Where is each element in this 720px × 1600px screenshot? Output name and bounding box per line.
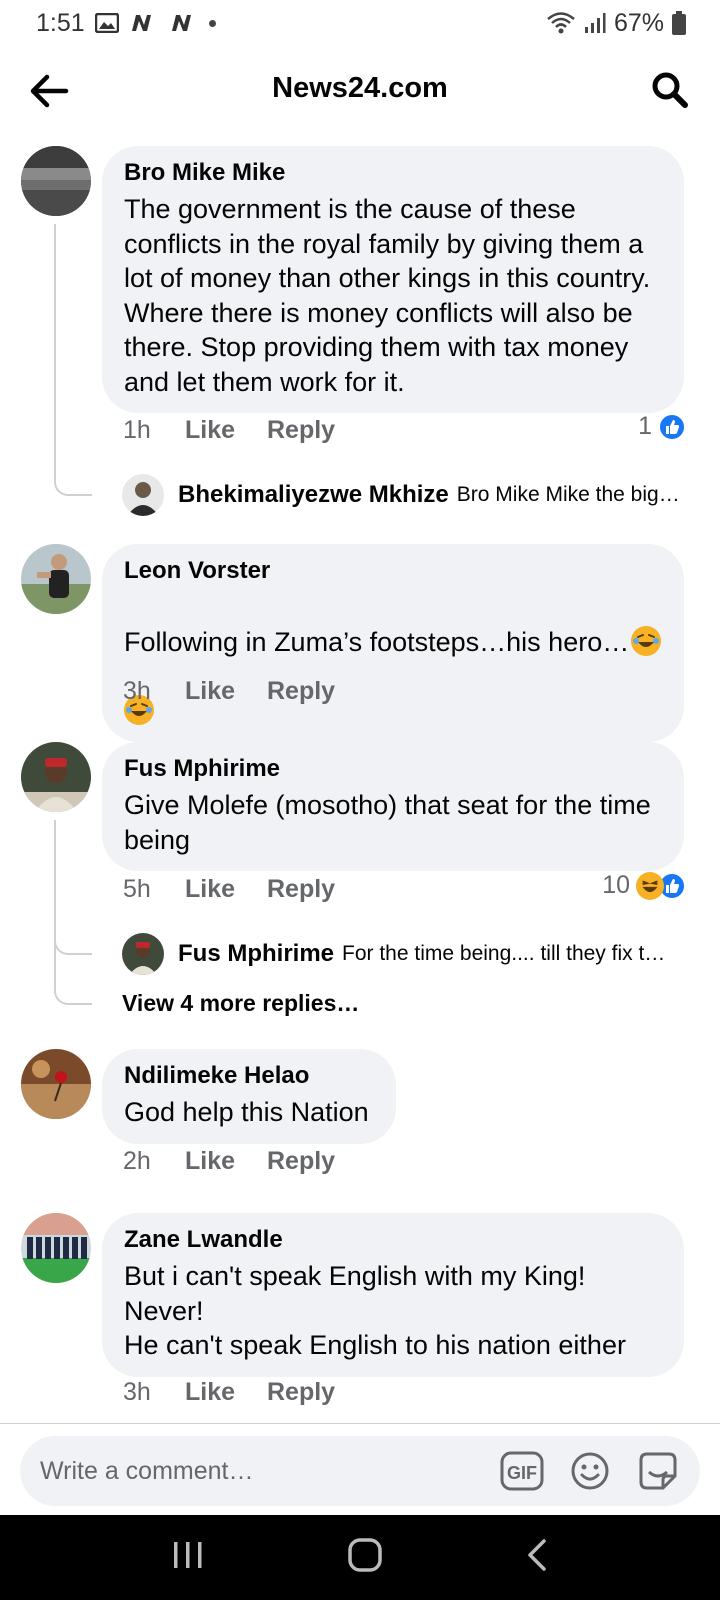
recent-apps-icon (174, 1542, 202, 1568)
comment-time[interactable]: 1h (123, 416, 185, 445)
emoji-button[interactable] (568, 1449, 612, 1493)
gif-button[interactable]: GIF (500, 1449, 544, 1493)
reply-avatar (122, 933, 164, 975)
battery-icon (672, 11, 686, 35)
reply-author: Bhekimaliyezwe Mkhize (178, 481, 449, 508)
haha-reaction-icon (636, 871, 664, 900)
comment-time[interactable]: 2h (123, 1147, 185, 1176)
comment-bubble[interactable]: Ndilimeke Helao God help this Nation (102, 1049, 396, 1144)
comment-bubble[interactable]: Bro Mike Mike The government is the caus… (102, 146, 684, 413)
search-icon (652, 72, 688, 108)
news-app-notification-icon (129, 13, 159, 33)
comment-actions: 3h Like Reply (123, 677, 335, 706)
comment-composer-bar: Write a comment… GIF (0, 1423, 720, 1515)
gallery-notification-icon (94, 13, 119, 33)
like-button[interactable]: Like (185, 875, 267, 904)
comment-text: The government is the cause of these con… (124, 194, 651, 397)
avatar[interactable] (21, 742, 91, 812)
news-app-notification-icon-2 (169, 13, 199, 33)
comment-time[interactable]: 5h (123, 875, 185, 904)
comments-list: Bro Mike Mike The government is the caus… (0, 128, 720, 1423)
home-icon (348, 1538, 382, 1572)
sticker-button[interactable] (636, 1449, 680, 1493)
status-left: 1:51 (36, 9, 216, 38)
home-button[interactable] (347, 1537, 383, 1578)
comment-bubble[interactable]: Zane Lwandle But i can't speak English w… (102, 1213, 684, 1377)
avatar[interactable] (21, 146, 91, 216)
comment-actions: 5h Like Reply (123, 875, 335, 904)
like-button[interactable]: Like (185, 1147, 267, 1176)
signal-icon (584, 12, 606, 34)
like-reaction-icon (658, 412, 686, 441)
smiley-icon (571, 1452, 609, 1490)
comment-text: Following in Zuma’s footsteps…his hero… (124, 626, 630, 657)
comment-bubble[interactable]: Leon Vorster Following in Zuma’s footste… (102, 544, 684, 742)
thread-line (54, 224, 92, 496)
reaction-summary[interactable]: 10 (602, 871, 686, 900)
reaction-summary[interactable]: 1 (638, 412, 686, 441)
status-bar: 1:51 67% (0, 0, 720, 46)
reply-button[interactable]: Reply (267, 416, 335, 445)
reply-author: Fus Mphirime (178, 940, 335, 967)
comment-author[interactable]: Fus Mphirime (124, 754, 662, 784)
comment-composer[interactable]: Write a comment… GIF (20, 1436, 700, 1506)
rolling-laughing-emoji-icon (631, 625, 662, 656)
comment-actions: 3h Like Reply (123, 1378, 335, 1407)
reply-preview[interactable]: Fus Mphirime For the time being.... till… (122, 933, 665, 975)
comment-author[interactable]: Leon Vorster (124, 556, 662, 586)
thread-line (54, 820, 92, 1005)
more-notifications-icon (208, 19, 216, 27)
avatar[interactable] (21, 544, 91, 614)
reaction-count: 10 (602, 871, 630, 899)
recent-apps-button[interactable] (171, 1540, 205, 1575)
gif-icon: GIF (500, 1451, 544, 1491)
reply-preview[interactable]: Bhekimaliyezwe Mkhize Bro Mike Mike the … (122, 474, 680, 516)
reply-button[interactable]: Reply (267, 1378, 335, 1407)
search-button[interactable] (648, 68, 692, 112)
app-header: News24.com (0, 52, 720, 128)
comment-time[interactable]: 3h (123, 1378, 185, 1407)
comment-bubble[interactable]: Fus Mphirime Give Molefe (mosotho) that … (102, 742, 684, 871)
comment-text: God help this Nation (124, 1097, 369, 1127)
chevron-left-icon (528, 1539, 546, 1571)
page-title: News24.com (272, 72, 448, 104)
reply-button[interactable]: Reply (267, 875, 335, 904)
wifi-icon (546, 11, 576, 35)
like-button[interactable]: Like (185, 416, 267, 445)
battery-percent: 67% (613, 8, 664, 37)
avatar[interactable] (21, 1213, 91, 1283)
comment-text-wrap: Following in Zuma’s footsteps…his hero… (124, 590, 662, 728)
comment-time[interactable]: 3h (123, 677, 185, 706)
reply-button[interactable]: Reply (267, 1147, 335, 1176)
comment-author[interactable]: Bro Mike Mike (124, 158, 662, 188)
avatar[interactable] (21, 1049, 91, 1119)
comment-input[interactable]: Write a comment… (40, 1457, 476, 1486)
reply-snippet: Bro Mike Mike the big… (456, 483, 680, 506)
comment-author[interactable]: Zane Lwandle (124, 1225, 662, 1255)
reply-snippet: For the time being.... till they fix t… (342, 942, 666, 965)
comment-actions: 1h Like Reply (123, 416, 335, 445)
like-button[interactable]: Like (185, 677, 267, 706)
comments-screen: 1:51 67% News24.com Bro Mike Mike The go… (0, 0, 720, 1600)
reaction-count: 1 (638, 412, 652, 440)
comment-text: Give Molefe (mosotho) that seat for the … (124, 790, 651, 855)
svg-text:GIF: GIF (507, 1463, 537, 1483)
view-more-replies-link[interactable]: View 4 more replies… (122, 990, 359, 1017)
like-button[interactable]: Like (185, 1378, 267, 1407)
comment-actions: 2h Like Reply (123, 1147, 335, 1176)
status-time: 1:51 (36, 8, 85, 37)
system-nav-bar (0, 1515, 720, 1600)
reply-button[interactable]: Reply (267, 677, 335, 706)
comment-text: But i can't speak English with my King! … (124, 1261, 626, 1360)
system-back-button[interactable] (525, 1538, 549, 1577)
comment-author[interactable]: Ndilimeke Helao (124, 1061, 374, 1091)
status-right: 67% (546, 9, 686, 38)
reply-avatar (122, 474, 164, 516)
sticker-icon (639, 1452, 677, 1490)
